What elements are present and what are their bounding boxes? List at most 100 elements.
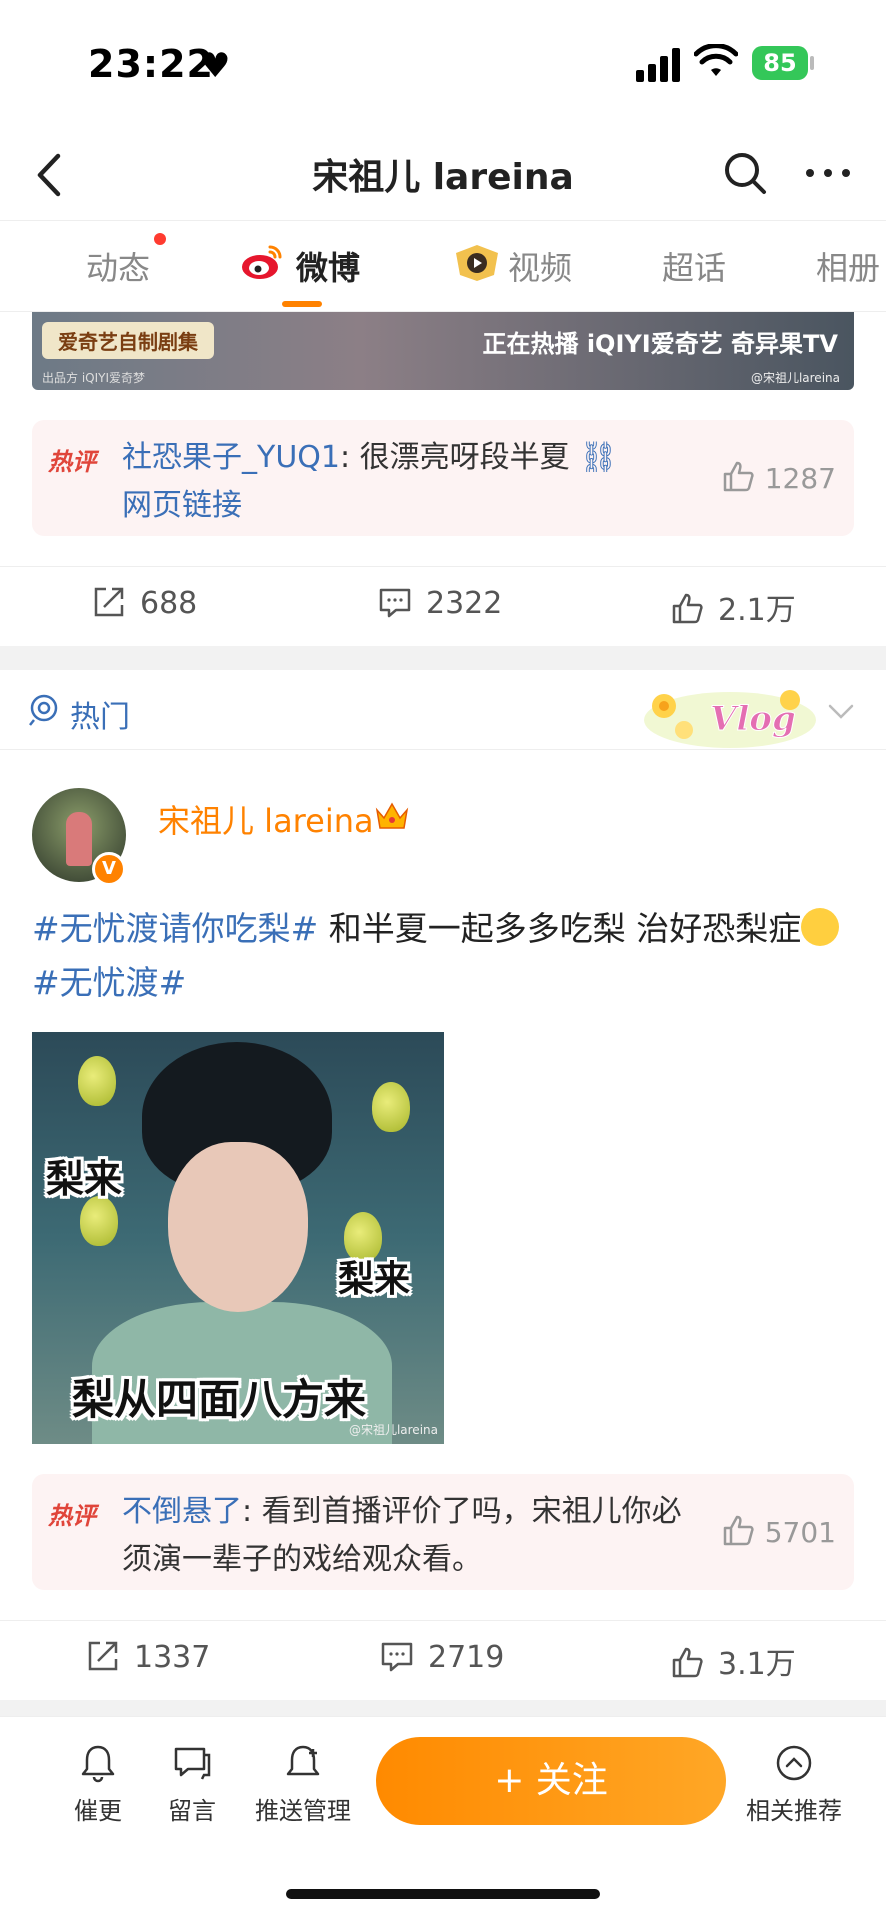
feed-divider: [0, 1700, 886, 1716]
profile-tabs: 动态 微博 视频 超话 相册: [0, 220, 886, 312]
tab-album[interactable]: 相册: [816, 243, 880, 289]
comment-count: 2719: [428, 1640, 505, 1675]
banner-brand-label: 爱奇艺自制剧集: [42, 322, 214, 359]
post-banner-image[interactable]: 爱奇艺自制剧集 正在热播 iQIYI爱奇艺 奇异果TV 出品方 iQIYI爱奇梦…: [32, 312, 854, 390]
banner-producer-text: 出品方 iQIYI爱奇梦: [42, 371, 146, 385]
post-text: #无忧渡请你吃梨# 和半夏一起多多吃梨 治好恐梨症 #无忧渡#: [32, 902, 854, 1010]
chevron-up-circle-icon: [776, 1745, 812, 1781]
author-name[interactable]: 宋祖儿 lareina: [158, 796, 374, 842]
follow-button[interactable]: + 关注: [376, 1737, 726, 1825]
comment-count: 2322: [426, 586, 503, 621]
heart-icon: ♥: [200, 46, 231, 86]
post-image[interactable]: 梨来 梨来 梨从四面八方来 @宋祖儿lareina: [32, 1032, 444, 1444]
related-recommend-label: 相关推荐: [746, 1797, 842, 1825]
like-icon: [723, 461, 754, 492]
hot-comment[interactable]: 热评 社恐果子_YUQ1: 很漂亮呀段半夏 ⛓ 网页链接 1287: [32, 420, 854, 536]
repost-button[interactable]: 1337: [86, 1639, 210, 1675]
hot-comment-tag: 热评: [48, 448, 96, 476]
hot-comment-like-count: 1287: [764, 462, 836, 495]
pear-icon: [80, 1196, 118, 1246]
more-icon[interactable]: [800, 148, 856, 198]
push-settings-label: 推送管理: [255, 1797, 351, 1825]
like-icon: [672, 1647, 703, 1678]
post-body: 和半夏一起多多吃梨 治好恐梨症: [318, 909, 802, 948]
feed-divider: [0, 646, 886, 670]
chevron-down-icon[interactable]: [826, 696, 856, 726]
tab-feed[interactable]: 动态: [86, 243, 150, 289]
image-figure-face: [168, 1142, 308, 1312]
active-tab-indicator: [282, 301, 322, 307]
weibo-logo-icon: [242, 245, 282, 279]
vlog-sticker: Vlog: [644, 690, 816, 748]
hot-comment-tag: 热评: [48, 1502, 96, 1530]
like-button[interactable]: 3.1万: [670, 1639, 796, 1683]
repost-icon: [94, 587, 124, 617]
crown-icon: [375, 802, 409, 829]
image-caption: 梨来: [338, 1259, 411, 1300]
tab-video[interactable]: 视频: [508, 243, 572, 289]
remind-button[interactable]: 催更: [58, 1743, 138, 1826]
link-icon: ⛓: [579, 440, 618, 475]
hot-section-label: 热门: [70, 700, 130, 735]
pear-icon: [372, 1082, 410, 1132]
repost-count: 688: [140, 586, 198, 621]
remind-label: 催更: [74, 1797, 122, 1825]
like-count: 2.1万: [718, 593, 796, 628]
repost-icon: [88, 1641, 118, 1671]
search-icon[interactable]: [720, 148, 770, 198]
comment-button[interactable]: 2719: [380, 1639, 504, 1675]
banner-airing-label: 正在热播 iQIYI爱奇艺 奇异果TV: [482, 330, 838, 358]
hot-comment-body: : 很漂亮呀段半夏: [339, 440, 570, 475]
status-bar: 23:22 ♥ 85: [0, 0, 886, 130]
post-action-bar: 688 2322 2.1万: [0, 566, 886, 646]
message-button[interactable]: 留言: [152, 1743, 232, 1826]
like-count: 3.1万: [718, 1647, 796, 1682]
hot-comment-user[interactable]: 社恐果子_YUQ1: [122, 440, 340, 475]
like-icon: [672, 593, 703, 624]
image-caption: 梨来: [46, 1157, 123, 1201]
hot-comment[interactable]: 热评 不倒悬了: 看到首播评价了吗，宋祖儿你必须演一辈子的戏给观众看。 5701: [32, 1474, 854, 1590]
hot-comment-user[interactable]: 不倒悬了: [122, 1494, 242, 1529]
like-icon: [723, 1515, 754, 1546]
wifi-icon: [694, 44, 738, 76]
hot-comment-text: 社恐果子_YUQ1: 很漂亮呀段半夏 ⛓ 网页链接: [122, 434, 682, 530]
bell-icon: [81, 1745, 115, 1783]
home-indicator[interactable]: [286, 1889, 600, 1899]
bell-plus-icon: [286, 1745, 320, 1776]
notification-dot: [154, 233, 166, 245]
comment-icon: [381, 1642, 413, 1672]
avatar-figure: [66, 812, 92, 866]
battery-tip: [810, 56, 814, 70]
image-caption: 梨从四面八方来: [72, 1375, 367, 1424]
push-settings-button[interactable]: 推送管理: [250, 1743, 356, 1826]
post-action-bar: 1337 2719 3.1万: [0, 1620, 886, 1700]
message-label: 留言: [168, 1797, 216, 1825]
profile-header: 宋祖儿 lareina: [0, 130, 886, 220]
tab-super-topic[interactable]: 超话: [662, 243, 726, 289]
comment-button[interactable]: 2322: [378, 585, 502, 621]
hot-comment-like-count: 5701: [764, 1516, 836, 1549]
web-link[interactable]: 网页链接: [122, 488, 242, 523]
signal-icon: [636, 48, 682, 82]
hot-section-header: 热门 Vlog: [0, 670, 886, 750]
status-time: 23:22: [88, 42, 214, 86]
repost-button[interactable]: 688: [92, 585, 197, 621]
tab-weibo[interactable]: 微博: [296, 243, 360, 289]
message-icon: [174, 1747, 211, 1780]
image-watermark: @宋祖儿lareina: [348, 1423, 438, 1437]
battery-indicator: 85: [752, 46, 808, 80]
hot-comment-like[interactable]: 5701: [721, 1514, 836, 1549]
banner-watermark: @宋祖儿lareina: [750, 371, 840, 385]
like-button[interactable]: 2.1万: [670, 585, 796, 629]
video-tab-icon: [456, 245, 498, 281]
repost-count: 1337: [134, 1640, 211, 1675]
hashtag-link[interactable]: #无忧渡请你吃梨#: [32, 909, 318, 948]
related-recommend-button[interactable]: 相关推荐: [740, 1743, 848, 1826]
comment-icon: [379, 588, 411, 618]
hot-topic-icon: [29, 694, 58, 726]
pear-icon: [78, 1056, 116, 1106]
hot-comment-like[interactable]: 1287: [721, 460, 836, 495]
hashtag-link[interactable]: #无忧渡#: [32, 963, 186, 1002]
bottom-action-bar: 催更 留言 推送管理 + 关注 相关推荐: [0, 1716, 886, 1920]
hot-comment-text: 不倒悬了: 看到首播评价了吗，宋祖儿你必须演一辈子的戏给观众看。: [122, 1488, 682, 1584]
